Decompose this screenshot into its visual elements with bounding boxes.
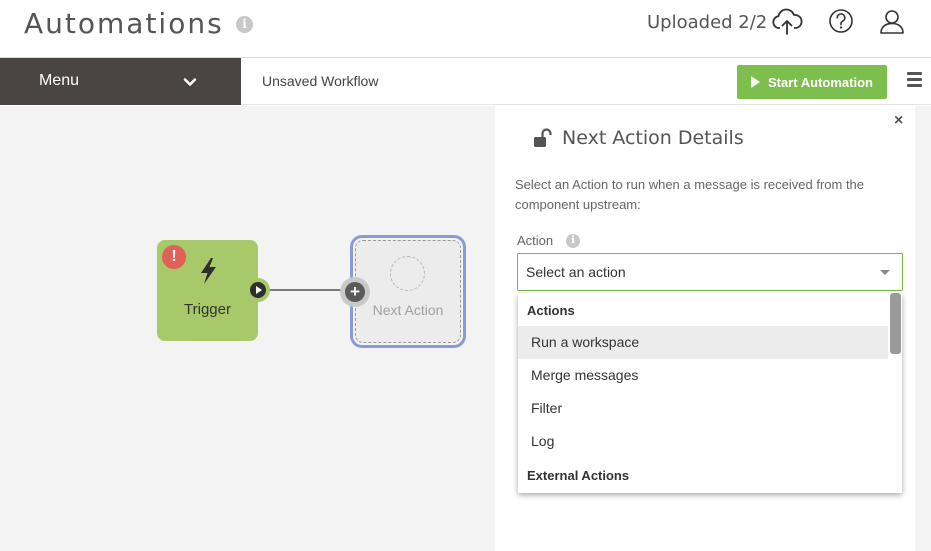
next-action-label: Next Action <box>372 302 444 318</box>
chevron-down-icon <box>183 78 197 86</box>
upload-status: Uploaded 2/2 <box>647 12 768 33</box>
workflow-name[interactable]: Unsaved Workflow <box>262 73 378 89</box>
output-port[interactable] <box>246 278 270 302</box>
panel-title: Next Action Details <box>562 127 744 149</box>
menu-label: Menu <box>39 72 80 89</box>
dropdown-option-run-workspace[interactable]: Run a workspace <box>518 326 888 359</box>
dropdown-option-merge-messages[interactable]: Merge messages <box>518 359 888 392</box>
input-port[interactable]: + <box>340 277 370 307</box>
app-header: Automations i Uploaded 2/2 <box>0 0 931 58</box>
action-select[interactable]: Select an action <box>517 253 903 291</box>
start-automation-label: Start Automation <box>768 74 873 90</box>
panel-edge <box>915 106 931 551</box>
menu-dropdown[interactable]: Menu <box>0 58 241 105</box>
dropdown-group-header: Actions <box>527 303 575 318</box>
workflow-toolbar: Unsaved Workflow Start Automation <box>241 58 931 105</box>
action-dropdown-list[interactable]: Actions Run a workspace Merge messages F… <box>518 293 902 493</box>
dropdown-option-log[interactable]: Log <box>518 425 888 458</box>
trigger-label: Trigger <box>184 301 231 318</box>
dropdown-group-header: External Actions <box>527 468 630 483</box>
close-icon[interactable]: × <box>894 113 906 129</box>
error-badge: ! <box>162 245 186 269</box>
info-icon[interactable]: i <box>236 16 253 33</box>
page-title: Automations <box>24 7 224 40</box>
dropdown-option-filter[interactable]: Filter <box>518 392 888 425</box>
hamburger-menu-icon[interactable] <box>907 72 923 88</box>
info-icon[interactable]: i <box>566 234 580 248</box>
plus-icon: + <box>345 282 365 302</box>
action-select-value: Select an action <box>526 264 626 280</box>
help-icon[interactable] <box>825 6 857 38</box>
action-field-label: Action <box>517 233 554 248</box>
play-icon <box>751 76 761 88</box>
lightning-bolt-icon <box>201 258 216 284</box>
panel-description: Select an Action to run when a message i… <box>515 177 865 212</box>
cloud-upload-icon[interactable] <box>771 6 803 38</box>
connector-line <box>270 289 342 291</box>
unlock-icon <box>534 128 552 147</box>
user-icon[interactable] <box>876 6 908 38</box>
caret-down-icon <box>880 270 890 275</box>
placeholder-circle-icon <box>390 256 425 291</box>
start-automation-button[interactable]: Start Automation <box>737 65 887 99</box>
dropdown-scroll-thumb[interactable] <box>890 293 901 354</box>
